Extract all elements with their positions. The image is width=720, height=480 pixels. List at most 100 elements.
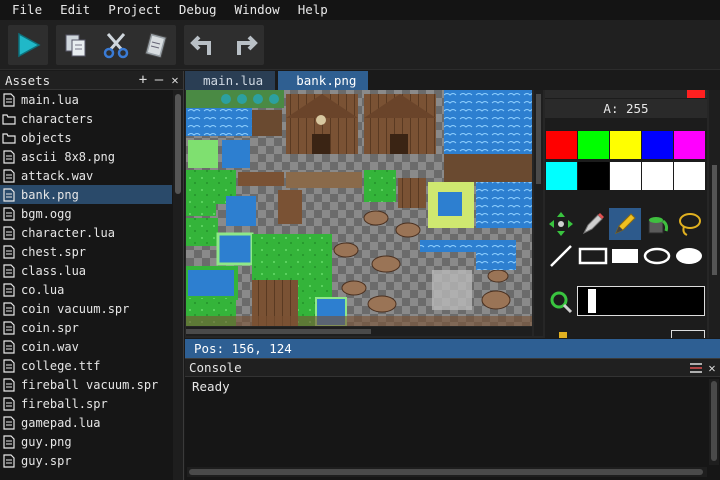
file-icon xyxy=(3,282,15,297)
asset-item[interactable]: character.lua xyxy=(0,223,172,242)
editor-hscrollbar[interactable] xyxy=(186,327,532,336)
color-swatch[interactable] xyxy=(578,162,609,190)
undo-icon xyxy=(190,35,211,55)
color-swatch[interactable] xyxy=(546,131,577,159)
close-console-button[interactable]: ✕ xyxy=(704,360,720,376)
editor-vscrollbar[interactable] xyxy=(534,90,543,336)
redo-icon xyxy=(237,35,258,55)
asset-item-label: chest.spr xyxy=(21,244,87,259)
editor-vscrollbar-thumb[interactable] xyxy=(536,94,541,184)
asset-item[interactable]: coin.spr xyxy=(0,318,172,337)
color-swatch[interactable] xyxy=(610,162,641,190)
add-asset-button[interactable]: + xyxy=(135,72,151,88)
color-swatch[interactable] xyxy=(578,131,609,159)
palette-scrollbar-thumb[interactable] xyxy=(712,165,717,275)
asset-item-label: characters xyxy=(21,111,94,126)
file-icon xyxy=(3,453,15,468)
console-output: Ready xyxy=(192,379,230,394)
asset-item[interactable]: bgm.ogg xyxy=(0,204,172,223)
asset-item-label: bank.png xyxy=(21,187,79,202)
asset-item-label: bgm.ogg xyxy=(21,206,72,221)
asset-item[interactable]: co.lua xyxy=(0,280,172,299)
asset-item[interactable]: guy.png xyxy=(0,432,172,451)
assets-title: Assets xyxy=(5,72,51,88)
menu-window[interactable]: Window xyxy=(229,0,286,20)
file-icon xyxy=(3,187,15,202)
history-group xyxy=(184,25,264,65)
cut-button[interactable] xyxy=(96,25,136,65)
brush-tool-button[interactable] xyxy=(609,208,641,240)
asset-scrollbar-thumb[interactable] xyxy=(175,94,181,194)
partial-tool-icon xyxy=(559,332,567,338)
tileset-image xyxy=(186,90,532,326)
color-swatch[interactable] xyxy=(674,131,705,159)
palette-scrollbar[interactable] xyxy=(709,90,720,338)
asset-item-label: attack.wav xyxy=(21,168,94,183)
menu-file[interactable]: File xyxy=(6,0,48,20)
clipboard-group xyxy=(56,25,176,65)
undo-button[interactable] xyxy=(184,25,224,65)
asset-item[interactable]: characters xyxy=(0,109,172,128)
menu-debug[interactable]: Debug xyxy=(173,0,223,20)
menu-project[interactable]: Project xyxy=(102,0,167,20)
asset-item[interactable]: guy.spr xyxy=(0,451,172,470)
color-swatch[interactable] xyxy=(642,131,673,159)
menu-edit[interactable]: Edit xyxy=(54,0,96,20)
play-button[interactable] xyxy=(8,25,48,65)
asset-item[interactable]: coin vacuum.spr xyxy=(0,299,172,318)
asset-item[interactable]: bank.png xyxy=(0,185,172,204)
copy-button[interactable] xyxy=(56,25,96,65)
zoom-button[interactable] xyxy=(545,286,577,318)
ellipse-filled-tool-button[interactable] xyxy=(673,240,705,272)
asset-item-label: objects xyxy=(21,130,72,145)
asset-scrollbar[interactable] xyxy=(173,90,183,480)
alpha-slider[interactable]: A: 255 xyxy=(545,99,707,118)
asset-item[interactable]: main.lua xyxy=(0,90,172,109)
file-icon xyxy=(3,415,15,430)
ellipse-outline-tool-button[interactable] xyxy=(641,240,673,272)
menu-help[interactable]: Help xyxy=(292,0,334,20)
asset-item[interactable]: gamepad.lua xyxy=(0,413,172,432)
color-swatch[interactable] xyxy=(546,162,577,190)
pencil-tool-button[interactable] xyxy=(577,208,609,240)
color-swatch[interactable] xyxy=(642,162,673,190)
close-panel-button[interactable]: ✕ xyxy=(167,72,183,88)
console-hscrollbar[interactable] xyxy=(187,467,707,477)
fill-tool-button[interactable] xyxy=(641,208,673,240)
fill-bucket-icon xyxy=(648,217,669,234)
console-title: Console xyxy=(189,360,242,375)
redo-button[interactable] xyxy=(224,25,264,65)
asset-item[interactable]: college.ttf xyxy=(0,356,172,375)
asset-item[interactable]: class.lua xyxy=(0,261,172,280)
file-icon xyxy=(3,339,15,354)
clear-console-button[interactable] xyxy=(688,360,704,376)
asset-item[interactable]: chest.spr xyxy=(0,242,172,261)
file-icon xyxy=(3,244,15,259)
tab-main-lua[interactable]: main.lua xyxy=(185,71,276,90)
tileset-canvas[interactable] xyxy=(186,90,532,326)
console-vscrollbar[interactable] xyxy=(709,379,719,465)
color-swatch[interactable] xyxy=(610,131,641,159)
line-tool-button[interactable] xyxy=(545,240,577,272)
asset-item[interactable]: ascii 8x8.png xyxy=(0,147,172,166)
console-hscrollbar-thumb[interactable] xyxy=(189,469,703,475)
color-swatch[interactable] xyxy=(674,162,705,190)
asset-item[interactable]: fireball.spr xyxy=(0,394,172,413)
asset-item[interactable]: attack.wav xyxy=(0,166,172,185)
asset-item[interactable]: coin.wav xyxy=(0,337,172,356)
rect-outline-tool-button[interactable] xyxy=(577,240,609,272)
status-bar: Pos: 156, 124 xyxy=(185,339,720,358)
asset-item-label: main.lua xyxy=(21,92,79,107)
tab-bank-png[interactable]: bank.png xyxy=(278,71,369,90)
asset-item[interactable]: fireball vacuum.spr xyxy=(0,375,172,394)
move-icon xyxy=(549,212,573,236)
move-tool-button[interactable] xyxy=(545,208,577,240)
collapse-panel-button[interactable]: — xyxy=(151,72,167,88)
console-vscrollbar-thumb[interactable] xyxy=(711,381,717,461)
paste-button[interactable] xyxy=(136,25,176,65)
copy-icon xyxy=(65,34,86,57)
rect-filled-tool-button[interactable] xyxy=(609,240,641,272)
asset-item[interactable]: objects xyxy=(0,128,172,147)
lasso-tool-button[interactable] xyxy=(673,208,705,240)
editor-hscrollbar-thumb[interactable] xyxy=(186,329,371,334)
